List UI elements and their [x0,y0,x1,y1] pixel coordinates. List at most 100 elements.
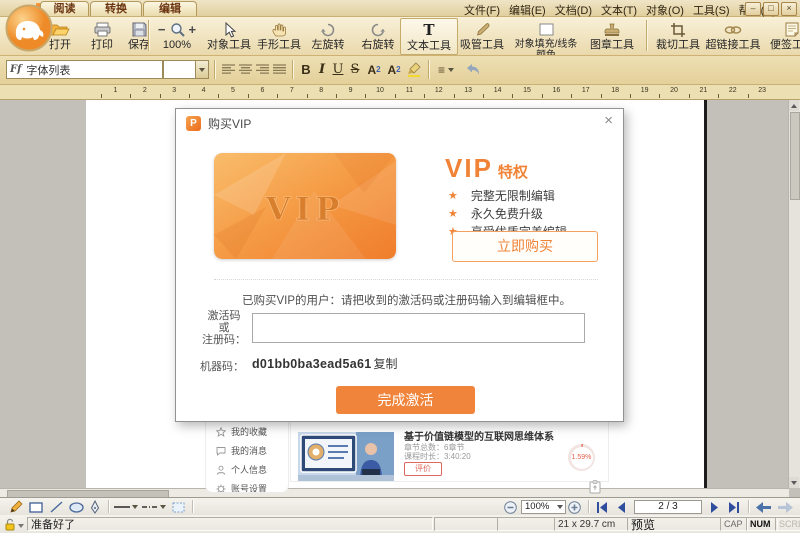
course-duration: 课程时长：3:40:20 [404,451,471,462]
copy-link[interactable]: 复制 [373,355,397,372]
fill-color-tool-button[interactable]: 对象填充/线条颜色 [510,20,582,56]
dash-style-picker[interactable] [142,500,166,514]
vertical-scroll-thumb[interactable] [790,112,800,200]
tab-edit[interactable]: 编辑 [143,1,197,16]
strikethrough-button[interactable]: S [347,60,363,79]
note-icon [785,20,799,39]
scroll-down-arrow[interactable] [789,477,799,488]
hand-tool-button[interactable]: 手形工具 [255,20,303,52]
page-size-indicator: 21 x 29.7 cm [554,517,628,531]
page-edge-shadow [704,100,707,488]
rotate-left-button[interactable]: 左旋转 [308,20,348,52]
note-tool-button[interactable]: 便签工具 [768,20,800,52]
main-toolbar: 打开 打印 保存 − + 100% 对象工具 手形工具 左旋转 右旋转 T 文本… [0,17,800,56]
tab-convert[interactable]: 转换 [90,1,142,16]
zoom-level-label: 100% [163,39,191,52]
lock-icon[interactable] [4,518,16,531]
machine-code-label: 机器码： [200,358,244,374]
italic-button[interactable]: I [315,60,329,79]
line-tool-button[interactable] [48,500,64,514]
crop-tool-button[interactable]: 裁切工具 [656,20,700,52]
menu-file[interactable]: 文件(F) [464,2,500,18]
status-bar: 准备好了 21 x 29.7 cm 预览 CAP NUM SCRL [0,515,800,533]
course-card: 基于价值链模型的互联网思维体系 章节总数：6章节 课程时长：3:40:20 评价… [290,418,609,482]
align-center-button[interactable] [237,60,253,79]
zoom-out-button[interactable] [503,500,517,514]
vertical-scrollbar[interactable] [788,100,800,488]
align-justify-button[interactable] [271,60,287,79]
subscript-button[interactable]: A2 [385,60,403,79]
line-style-picker[interactable] [114,500,138,514]
pen-tool-button[interactable] [88,500,102,514]
next-page-icon [710,502,720,513]
course-title: 基于价值链模型的互联网思维体系 [404,428,554,443]
zoom-out-button[interactable]: − [158,23,166,36]
menu-document[interactable]: 文档(D) [555,2,592,18]
last-page-button[interactable] [726,500,742,514]
view-forward-button[interactable] [776,500,794,514]
underline-button[interactable]: U [330,60,346,79]
print-button[interactable]: 打印 [82,20,122,52]
highlight-button[interactable] [405,60,423,79]
minimize-button[interactable]: – [745,2,761,16]
align-left-button[interactable] [220,60,236,79]
toolbar-separator [588,500,589,513]
bold-button[interactable]: B [298,60,314,79]
close-button[interactable]: × [781,2,797,16]
zoom-in-button[interactable]: + [189,23,197,36]
zoom-cluster: − + 100% [152,20,202,52]
toolbar-separator [148,20,149,51]
eyedropper-icon [474,20,490,39]
scroll-up-arrow[interactable] [789,100,799,111]
font-size-combobox[interactable] [163,60,209,79]
horizontal-ruler: 1234567891011121314151617181920212223 [0,85,800,100]
buy-now-button[interactable]: 立即购买 [452,231,598,262]
zoom-in-button[interactable] [567,500,581,514]
hyperlink-tool-button[interactable]: 超链接工具 [704,20,762,52]
format-separator [428,60,429,79]
status-message: 准备好了 [27,517,433,531]
app-logo[interactable] [4,3,54,53]
status-cell-empty [434,517,498,531]
menu-text[interactable]: 文本(T) [601,2,637,18]
stamp-tool-button[interactable]: 图章工具 [588,20,636,52]
ellipse-tool-button[interactable] [68,500,84,514]
rectangle-icon [29,502,43,513]
first-page-button[interactable] [594,500,610,514]
chevron-down-icon [132,505,138,509]
zoom-level-combobox[interactable]: 100% [521,500,566,514]
menu-tools[interactable]: 工具(S) [693,2,730,18]
svg-text:VIP: VIP [265,190,345,228]
solid-line-icon [114,505,130,509]
text-tool-button[interactable]: T 文本工具 [400,18,458,55]
rotate-right-button[interactable]: 右旋转 [358,20,398,52]
status-cell-empty [497,517,555,531]
dashed-line-icon [142,505,158,509]
toolbar-separator [646,20,647,51]
page-indicator[interactable]: 2 / 3 [634,500,702,514]
link-icon [724,20,742,39]
format-separator [214,60,215,79]
line-spacing-button[interactable]: ≡ [434,60,458,79]
undo-button[interactable] [462,60,482,79]
superscript-button[interactable]: A2 [365,60,383,79]
marquee-tool-button[interactable] [170,500,186,514]
pencil-tool-button[interactable] [8,500,24,514]
restore-button[interactable]: □ [763,2,779,16]
next-page-button[interactable] [708,500,722,514]
font-list-combobox[interactable]: Ff 字体列表 [6,60,163,79]
previous-page-icon [616,502,626,513]
rectangle-tool-button[interactable] [28,500,44,514]
eyedropper-tool-button[interactable]: 吸管工具 [458,20,506,52]
object-tool-button[interactable]: 对象工具 [205,20,253,52]
menu-object[interactable]: 对象(O) [646,2,684,18]
dialog-close-icon[interactable]: × [604,112,613,129]
printer-icon [94,20,111,39]
chevron-down-icon[interactable] [18,524,24,528]
previous-page-button[interactable] [614,500,628,514]
activate-button[interactable]: 完成激活 [336,386,475,414]
activation-code-input[interactable] [252,313,585,343]
menu-edit[interactable]: 编辑(E) [509,2,546,18]
align-right-button[interactable] [254,60,270,79]
view-back-button[interactable] [754,500,772,514]
